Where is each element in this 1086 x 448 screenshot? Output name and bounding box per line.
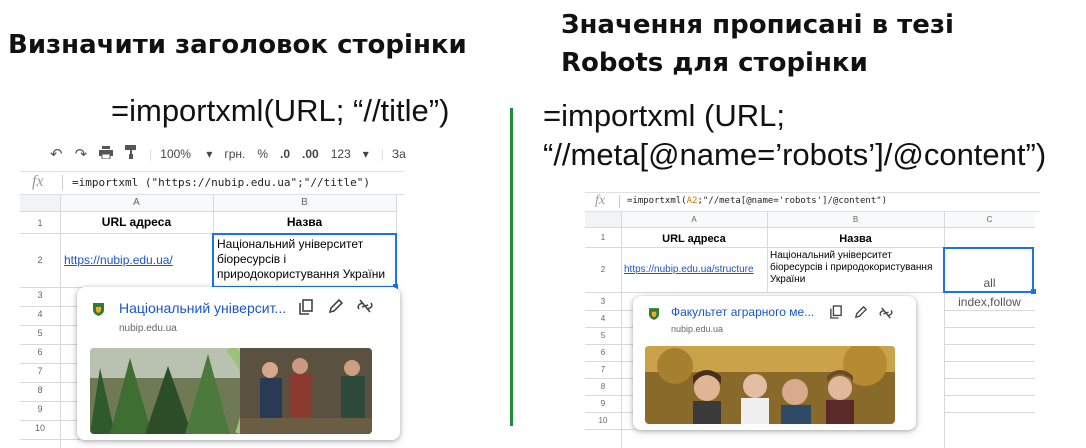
chip-domain: nubip.edu.ua — [671, 324, 724, 334]
sheet-toolbar: ↶ ↷ | 100% ▾ грн. % .0 .00 123 ▾ | За — [50, 145, 406, 163]
row-header-7[interactable]: 7 — [585, 365, 621, 374]
row-header-2[interactable]: 2 — [20, 255, 60, 265]
cell-b1[interactable]: Назва — [213, 215, 396, 229]
right-formula-caption-line1: =importxml (URL; — [543, 98, 786, 133]
row-header-6[interactable]: 6 — [20, 347, 60, 357]
undo-icon[interactable]: ↶ — [50, 145, 63, 163]
number-format-select[interactable]: 123 ▾ — [331, 147, 369, 161]
cell-b2[interactable]: Національний університет біоресурсів і п… — [770, 250, 942, 286]
edit-icon[interactable] — [854, 305, 868, 323]
row-header-8[interactable]: 8 — [585, 382, 621, 391]
zoom-select[interactable]: 100% ▾ — [160, 147, 212, 161]
column-header-c[interactable]: C — [944, 212, 1035, 227]
site-favicon-icon — [649, 307, 659, 325]
selected-cell-c2 — [943, 247, 1034, 293]
site-favicon-icon — [93, 303, 104, 321]
column-header-b[interactable]: B — [767, 212, 944, 227]
row-header-3[interactable]: 3 — [20, 290, 60, 300]
cell-c3[interactable]: index,follow — [944, 295, 1035, 309]
chip-preview-image — [645, 346, 895, 424]
cell-b1[interactable]: Назва — [767, 233, 944, 245]
left-formula-caption: =importxml(URL; “//title”) — [111, 93, 450, 128]
increase-decimal-button[interactable]: .00 — [302, 147, 319, 161]
row-header-4[interactable]: 4 — [585, 314, 621, 323]
copy-icon[interactable] — [830, 305, 842, 324]
fill-handle[interactable] — [1031, 289, 1036, 294]
cell-a2-link[interactable]: https://nubip.edu.ua/structure — [624, 264, 767, 275]
redo-icon[interactable]: ↷ — [75, 145, 88, 163]
formula-input[interactable]: =importxml(A2;"//meta[@name='robots']/@c… — [627, 196, 887, 206]
chip-title-link[interactable]: Факультет аграрного ме... — [671, 305, 814, 319]
paint-format-icon[interactable] — [125, 145, 137, 163]
right-heading: Значення прописані в тезі Robots для сто… — [561, 6, 954, 82]
row-header-9[interactable]: 9 — [20, 404, 60, 414]
cell-a1[interactable]: URL адреса — [60, 215, 213, 229]
cell-a2-link[interactable]: https://nubip.edu.ua/ — [64, 253, 173, 267]
row-header-5[interactable]: 5 — [20, 328, 60, 338]
left-heading: Визначити заголовок сторінки — [8, 30, 467, 60]
right-formula-caption-line2: “//meta[@name=’robots’]/@content”) — [543, 137, 1047, 172]
column-header-b[interactable]: B — [213, 195, 396, 211]
right-formula-bar: fx =importxml(A2;"//meta[@name='robots']… — [585, 192, 1040, 212]
fx-icon: fx — [32, 173, 44, 190]
decrease-decimal-button[interactable]: .0 — [280, 147, 290, 161]
cell-a1[interactable]: URL адреса — [621, 233, 767, 245]
column-header-a[interactable]: A — [621, 212, 767, 227]
right-heading-line1: Значення прописані в тезі — [561, 10, 954, 40]
row-header-4[interactable]: 4 — [20, 309, 60, 319]
row-header-5[interactable]: 5 — [585, 331, 621, 340]
selected-cell-b2 — [212, 233, 397, 288]
right-smart-chip-card: Факультет аграрного ме... nubip.edu.ua — [633, 296, 916, 430]
unlink-icon[interactable] — [357, 299, 373, 318]
percent-button[interactable]: % — [257, 147, 268, 161]
row-header-6[interactable]: 6 — [585, 348, 621, 357]
column-header-a[interactable]: A — [60, 195, 213, 211]
edit-icon[interactable] — [328, 298, 344, 318]
row-header-1[interactable]: 1 — [20, 218, 60, 228]
row-header-10[interactable]: 10 — [585, 416, 621, 425]
row-header-1[interactable]: 1 — [585, 233, 621, 242]
right-heading-line2: Robots для сторінки — [561, 48, 868, 78]
formula-input[interactable]: =importxml ("https://nubip.edu.ua";"//ti… — [72, 176, 370, 189]
print-icon[interactable] — [99, 145, 114, 163]
formula-ref: A2 — [686, 196, 698, 206]
chip-title-link[interactable]: Національний університ... — [119, 300, 286, 316]
left-smart-chip-card: Національний університ... nubip.edu.ua — [77, 287, 400, 440]
copy-icon[interactable] — [299, 299, 313, 320]
left-formula-bar: fx =importxml ("https://nubip.edu.ua";"/… — [20, 171, 405, 195]
row-header-3[interactable]: 3 — [585, 297, 621, 306]
row-header-8[interactable]: 8 — [20, 385, 60, 395]
fx-icon: fx — [595, 193, 606, 208]
row-header-9[interactable]: 9 — [585, 399, 621, 408]
row-header-2[interactable]: 2 — [585, 265, 621, 274]
more-formats-button[interactable]: За — [392, 147, 406, 161]
chip-domain: nubip.edu.ua — [119, 323, 177, 334]
row-header-7[interactable]: 7 — [20, 366, 60, 376]
chip-preview-image — [90, 348, 372, 434]
unlink-icon[interactable] — [879, 306, 893, 324]
divider-line — [510, 108, 513, 426]
row-header-10[interactable]: 10 — [20, 423, 60, 433]
currency-button[interactable]: грн. — [224, 147, 245, 161]
